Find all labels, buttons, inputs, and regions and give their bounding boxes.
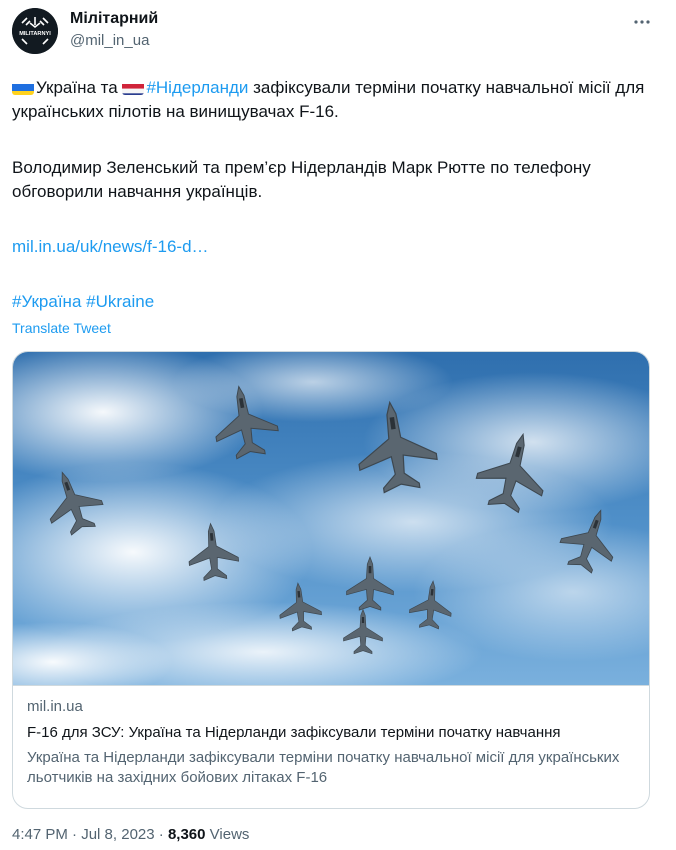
meta-separator: ·: [158, 826, 164, 843]
hashtag-ukraine[interactable]: #Ukraine: [86, 292, 154, 311]
tweet-time[interactable]: 4:47 PM: [12, 826, 68, 843]
card-body[interactable]: mil.in.ua F-16 для ЗСУ: Україна та Нідер…: [13, 685, 649, 808]
card-image[interactable]: [13, 352, 649, 685]
views-label: Views: [209, 826, 250, 843]
author-name[interactable]: Мілітарний: [70, 10, 158, 28]
card-domain: mil.in.ua: [27, 698, 83, 715]
article-link[interactable]: mil.in.ua/uk/news/f-16-d…: [12, 237, 209, 256]
tweet-text-part1: Україна та: [36, 78, 123, 97]
tweet-paragraph-1: Україна та #Нідерланди зафіксували термі…: [12, 76, 662, 124]
tweet-paragraph-2: Володимир Зеленський та прем’єр Нідерлан…: [12, 158, 591, 201]
translate-tweet-link[interactable]: Translate Tweet: [12, 320, 111, 336]
avatar[interactable]: MILITARNYI: [12, 8, 58, 54]
author-handle[interactable]: @mil_in_ua: [70, 32, 149, 49]
flag-netherlands-icon: [122, 81, 145, 95]
link-preview-card[interactable]: mil.in.ua F-16 для ЗСУ: Україна та Нідер…: [12, 351, 650, 809]
hashtag-netherlands[interactable]: #Нідерланди: [146, 78, 248, 97]
tweet-date[interactable]: Jul 8, 2023: [81, 826, 154, 843]
flag-ukraine-icon: [12, 81, 34, 95]
tweet-paragraph-3: mil.in.ua/uk/news/f-16-d…: [12, 235, 662, 259]
more-icon[interactable]: [628, 8, 656, 36]
meta-separator: ·: [72, 826, 78, 843]
card-description: Україна та Нідерланди зафіксували термін…: [27, 749, 620, 786]
tweet-hashtags: #Україна #Ukraine: [12, 290, 662, 314]
views-count: 8,360: [167, 826, 206, 843]
card-title: F-16 для ЗСУ: Україна та Нідерланди зафі…: [27, 724, 561, 741]
militarnyi-logo-icon: MILITARNYI: [12, 8, 58, 54]
hashtag-ukraina[interactable]: #Україна: [12, 292, 81, 311]
avatar-text: MILITARNYI: [19, 31, 51, 37]
tweet-meta: 4:47 PM · Jul 8, 2023 · 8,360 Views: [12, 826, 249, 843]
tweet-header: MILITARNYI Мілітарний @mil_in_ua: [12, 8, 664, 58]
